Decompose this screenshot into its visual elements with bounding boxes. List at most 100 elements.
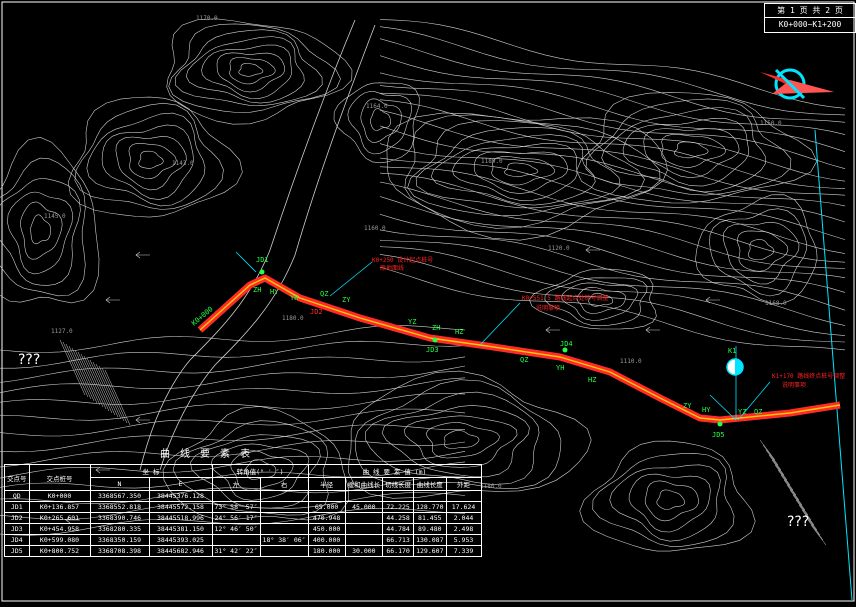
table-cell	[413, 490, 447, 502]
table-cell: 38445393.025	[148, 534, 213, 546]
table-cell: 12° 46′ 50″	[211, 523, 261, 535]
table-cell: JD1	[4, 501, 30, 513]
contour-label: 1127.0	[51, 328, 73, 335]
table-row: QD K0+000 3368567.350 38445376.128	[4, 490, 482, 502]
jd2-label: JD2	[310, 308, 323, 316]
table-header-cell: 半径	[307, 477, 346, 491]
table-cell: K0+000	[28, 490, 91, 502]
table-cell	[259, 545, 309, 557]
table-cell: 31° 42′ 22″	[211, 545, 261, 557]
table-row: JD1 K0+136.857 3368552.818 38445572.158 73° …	[4, 501, 482, 513]
annotation-subtext: 说明事项	[782, 381, 806, 389]
contour-label: 1180.0	[480, 483, 502, 490]
table-cell: JD5	[4, 545, 30, 557]
table-cell: 65.000	[307, 501, 346, 513]
table-cell: K0+454.958	[28, 523, 91, 535]
table-header-cell: 左	[211, 477, 261, 491]
table-cell	[344, 534, 384, 546]
table-cell: 3368708.398	[89, 545, 150, 557]
table-header-cell: 曲线长度	[413, 477, 447, 491]
table-cell: 38445572.158	[148, 501, 213, 513]
table-row: JD4 K0+599.080 3368350.159 38445393.025 18° …	[4, 534, 482, 546]
table-cell: 45.000	[344, 501, 384, 513]
table-cell: 3368552.818	[89, 501, 150, 513]
table-cell: 81.455	[413, 512, 447, 524]
table-cell: 44.784	[382, 523, 415, 535]
contour-label: 1164.0	[366, 103, 388, 110]
table-cell: 17.624	[445, 501, 482, 513]
title-block: 第 1 页 共 2 页 K0+000~K1+200	[764, 3, 856, 33]
table-cell: 3368567.350	[89, 490, 150, 502]
station-range: K0+000~K1+200	[765, 17, 855, 31]
table-cell: 470.948	[307, 512, 346, 524]
table-cell: 180.000	[307, 545, 346, 557]
table-cell: K0+265.601	[28, 512, 91, 524]
table-cell: K0+136.857	[28, 501, 91, 513]
table-cell: 2.498	[445, 523, 482, 535]
route-point-label: ZY	[342, 296, 351, 304]
table-cell	[344, 523, 384, 535]
contour-label: 1120.0	[548, 245, 570, 252]
table-header-cell: 坐 标	[89, 464, 213, 478]
jd1-sub-label: ZH	[253, 286, 261, 294]
table-cell: 5.953	[445, 534, 482, 546]
contour-label: 1180.0	[282, 315, 304, 322]
table-cell	[307, 490, 346, 502]
table-cell	[344, 490, 384, 502]
table-row: JD3 K0+454.958 3368280.335 38445381.150 12° …	[4, 523, 482, 535]
table-header-cell: N	[89, 477, 150, 491]
jd4-label: JD4	[560, 340, 573, 348]
table-cell: 3368350.159	[89, 534, 150, 546]
table-cell	[211, 490, 261, 502]
table-header-row: 交点号 交点桩号 坐 标 转角值(° ′ ″) 曲 线 要 素 值 (m)	[4, 464, 482, 491]
table-cell: K0+599.080	[28, 534, 91, 546]
cad-drawing-canvas: 1170.0 1164.0 1189.0 1160.0 1143.0 1145.…	[0, 0, 856, 603]
annotation-subtext: 说明事项	[536, 304, 560, 312]
k1-marker-icon	[726, 358, 744, 376]
table-header-cell: 交点桩号	[28, 464, 91, 491]
table-header-cell: 缓和曲线长	[344, 477, 384, 491]
annotation-text: K0+250 设计起点桩号	[372, 256, 433, 264]
contour-label: 1189.0	[481, 158, 503, 165]
table-cell: 38445518.996	[148, 512, 213, 524]
route-point-label: HY	[702, 406, 711, 414]
table-cell: 3368390.746	[89, 512, 150, 524]
table-cell: 128.770	[413, 501, 447, 513]
table-header-cell: 转角值(° ′ ″)	[211, 464, 309, 478]
contour-label: 1160.0	[364, 225, 386, 232]
table-cell: 38445376.128	[148, 490, 213, 502]
page-indicator: 第 1 页 共 2 页	[777, 6, 843, 15]
contour-label: 1110.0	[620, 358, 642, 365]
route-point-label: QZ	[520, 356, 528, 364]
table-header-cell: 曲 线 要 素 值 (m)	[307, 464, 482, 478]
route-point-label: ZY	[683, 402, 692, 410]
table-cell	[259, 512, 309, 524]
contour-label: 1143.0	[172, 160, 194, 167]
contour-label: 1150.0	[760, 120, 782, 127]
table-cell: 66.713	[382, 534, 415, 546]
table-header-cell: 外距	[445, 477, 482, 491]
table-cell: 38445381.150	[148, 523, 213, 535]
route-point-label: HZ	[455, 328, 463, 336]
table-cell	[344, 512, 384, 524]
table-cell: K0+800.752	[28, 545, 91, 557]
route-point-label: YZ	[738, 408, 746, 416]
table-cell: JD2	[4, 512, 30, 524]
unknown-mark: ???	[18, 352, 41, 368]
table-cell: 129.607	[413, 545, 447, 557]
table-cell: 30.000	[344, 545, 384, 557]
table-cell	[382, 490, 415, 502]
table-cell: 38445682.946	[148, 545, 213, 557]
route-point-label: YH	[290, 294, 298, 302]
table-cell	[259, 523, 309, 535]
table-cell: 44.258	[382, 512, 415, 524]
jd3-label: JD3	[426, 346, 439, 354]
table-cell: 3368280.335	[89, 523, 150, 535]
table-cell: 130.087	[413, 534, 447, 546]
jd1-label: JD1	[256, 256, 269, 264]
table-cell: 400.000	[307, 534, 346, 546]
table-cell: JD4	[4, 534, 30, 546]
table-cell: 89.480	[413, 523, 447, 535]
table-cell: 7.339	[445, 545, 482, 557]
route-point-label: YH	[556, 364, 564, 372]
